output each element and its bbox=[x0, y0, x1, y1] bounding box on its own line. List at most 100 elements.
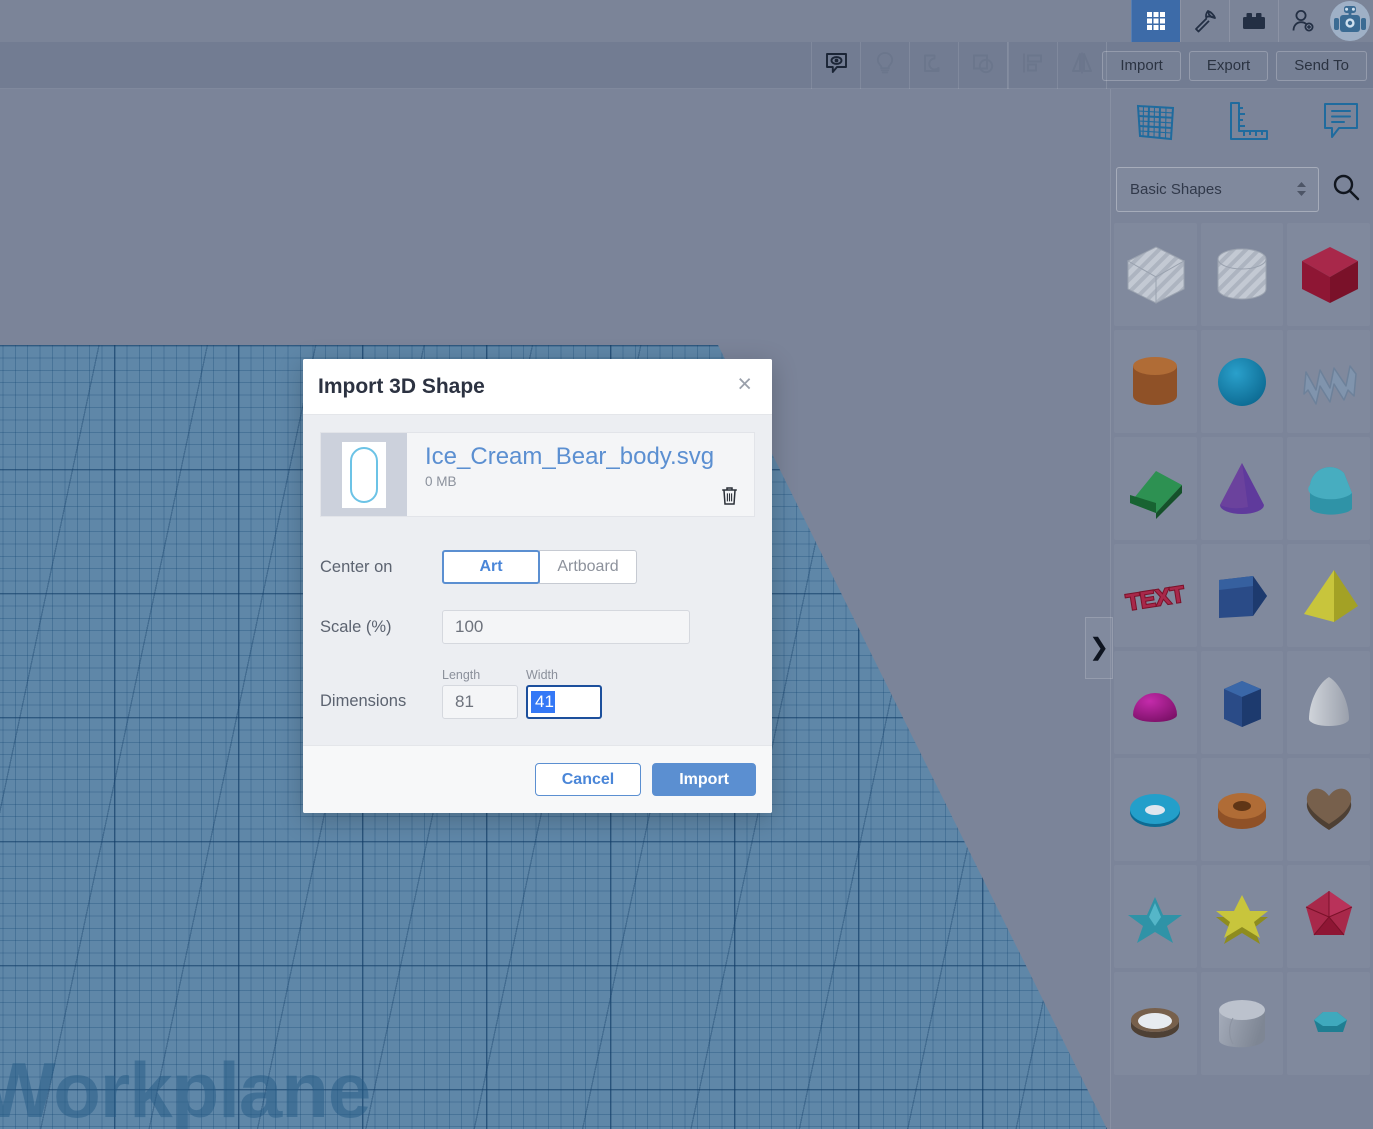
length-field: Length 81 bbox=[442, 668, 518, 719]
tab-codeblocks[interactable] bbox=[1180, 0, 1229, 42]
shape-gem[interactable] bbox=[1287, 972, 1370, 1075]
file-name: Ice_Cream_Bear_body.svg bbox=[425, 443, 715, 470]
shape-hex-prism[interactable] bbox=[1200, 651, 1284, 754]
panel-tab-ruler[interactable] bbox=[1224, 99, 1272, 149]
width-field: Width 41 bbox=[526, 668, 602, 719]
add-person-icon bbox=[1290, 8, 1316, 34]
mirror-icon bbox=[1069, 50, 1095, 81]
rounded-rect-outline-icon bbox=[342, 441, 386, 508]
shape-star-5[interactable] bbox=[1114, 865, 1197, 968]
tab-invite[interactable] bbox=[1278, 0, 1327, 42]
rounded-box-icon bbox=[1203, 988, 1281, 1060]
edit-tools-group bbox=[811, 42, 1107, 89]
shape-polygon-prism[interactable] bbox=[1200, 544, 1284, 647]
pickaxe-icon bbox=[1192, 8, 1218, 34]
scale-label: Scale (%) bbox=[320, 617, 392, 636]
file-thumbnail bbox=[321, 433, 407, 516]
torus-icon bbox=[1116, 774, 1194, 846]
tool-bar: Import Export Send To bbox=[0, 42, 1373, 89]
top-bar bbox=[0, 0, 1373, 42]
shape-cylinder-hole[interactable] bbox=[1200, 223, 1284, 326]
shape-round-roof[interactable] bbox=[1200, 972, 1284, 1075]
tool-visibility[interactable] bbox=[811, 42, 860, 89]
shape-polyhedron[interactable] bbox=[1287, 865, 1370, 968]
center-on-art-option[interactable]: Art bbox=[442, 550, 540, 584]
eye-tooltip-icon bbox=[823, 50, 850, 82]
shape-category-value: Basic Shapes bbox=[1130, 180, 1222, 198]
gem-icon bbox=[1290, 988, 1368, 1060]
shapes-panel: ❯ Basic Shapes TEXT bbox=[1085, 89, 1373, 1129]
center-on-row: Center on Art Artboard bbox=[320, 550, 755, 584]
modal-body: Ice_Cream_Bear_body.svg 0 MB Center on A… bbox=[303, 415, 772, 719]
tool-group[interactable] bbox=[909, 42, 958, 89]
roof-icon bbox=[1290, 453, 1368, 525]
ruler-icon bbox=[1225, 101, 1271, 148]
tab-blocks[interactable] bbox=[1229, 0, 1278, 42]
shape-cone[interactable] bbox=[1200, 437, 1284, 540]
shape-box[interactable] bbox=[1287, 223, 1370, 326]
notes-callout-icon bbox=[1320, 101, 1362, 148]
panel-collapse-handle[interactable]: ❯ bbox=[1085, 617, 1113, 679]
close-icon[interactable]: × bbox=[735, 372, 754, 401]
tool-ungroup[interactable] bbox=[958, 42, 1007, 89]
shape-cylinder[interactable] bbox=[1114, 330, 1197, 433]
file-item: Ice_Cream_Bear_body.svg 0 MB bbox=[320, 432, 755, 517]
shape-roof[interactable] bbox=[1287, 437, 1370, 540]
text-shape-icon: TEXT bbox=[1116, 560, 1194, 632]
star-thick-icon bbox=[1203, 881, 1281, 953]
dimension-fields: Length 81 Width 41 bbox=[442, 668, 602, 719]
width-input[interactable]: 41 bbox=[526, 685, 602, 719]
import-3d-shape-dialog: Import 3D Shape × Ice_Cream_Bear_body.sv… bbox=[303, 359, 772, 813]
ring-icon bbox=[1116, 988, 1194, 1060]
cone-icon bbox=[1203, 453, 1281, 525]
shape-torus[interactable] bbox=[1114, 758, 1197, 861]
shape-text[interactable]: TEXT bbox=[1114, 544, 1197, 647]
import-button[interactable]: Import bbox=[1102, 50, 1181, 81]
export-button[interactable]: Export bbox=[1188, 50, 1269, 81]
length-input[interactable]: 81 bbox=[442, 685, 518, 719]
shape-sphere[interactable] bbox=[1200, 330, 1284, 433]
panel-search-row: Basic Shapes bbox=[1111, 159, 1373, 219]
tab-design[interactable] bbox=[1131, 0, 1180, 42]
avatar[interactable] bbox=[1327, 0, 1373, 42]
shape-scribble[interactable] bbox=[1287, 330, 1370, 433]
shape-wedge[interactable] bbox=[1114, 437, 1197, 540]
polyhedron-icon bbox=[1290, 881, 1368, 953]
length-label: Length bbox=[442, 668, 481, 682]
shape-pyramid[interactable] bbox=[1287, 544, 1370, 647]
file-meta: Ice_Cream_Bear_body.svg 0 MB bbox=[407, 433, 754, 516]
modal-footer: Cancel Import bbox=[303, 745, 772, 813]
trash-icon[interactable] bbox=[718, 483, 740, 507]
shape-star-thick[interactable] bbox=[1200, 865, 1284, 968]
panel-tab-workplane[interactable] bbox=[1131, 99, 1179, 149]
lightbulb-icon bbox=[872, 50, 898, 81]
send-to-button[interactable]: Send To bbox=[1276, 50, 1367, 81]
tool-align[interactable] bbox=[1008, 42, 1057, 89]
shape-half-sphere[interactable] bbox=[1114, 651, 1197, 754]
shape-tube[interactable] bbox=[1200, 758, 1284, 861]
tool-note[interactable] bbox=[860, 42, 909, 89]
dimensions-row: Dimensions Length 81 Width 41 bbox=[320, 668, 755, 719]
align-icon bbox=[1020, 50, 1046, 81]
star-icon bbox=[1116, 881, 1194, 953]
center-on-artboard-option[interactable]: Artboard bbox=[539, 550, 637, 584]
cancel-button[interactable]: Cancel bbox=[534, 763, 642, 796]
scale-input[interactable]: 100 bbox=[442, 610, 690, 644]
pyramid-icon bbox=[1290, 560, 1368, 632]
import-confirm-button[interactable]: Import bbox=[652, 763, 756, 796]
robot-avatar-icon bbox=[1330, 1, 1370, 41]
shape-paraboloid[interactable] bbox=[1287, 651, 1370, 754]
shape-heart[interactable] bbox=[1287, 758, 1370, 861]
scribble-icon bbox=[1290, 346, 1368, 418]
hex-prism-icon bbox=[1203, 667, 1281, 739]
workplane-grid-icon bbox=[1133, 101, 1177, 148]
center-on-segmented-control: Art Artboard bbox=[442, 550, 637, 584]
search-button[interactable] bbox=[1319, 167, 1373, 212]
shape-box-hole[interactable] bbox=[1114, 223, 1197, 326]
sphere-icon bbox=[1203, 346, 1281, 418]
shape-ring[interactable] bbox=[1114, 972, 1197, 1075]
shape-category-select[interactable]: Basic Shapes bbox=[1116, 166, 1320, 212]
dimensions-label: Dimensions bbox=[320, 692, 407, 710]
file-size: 0 MB bbox=[425, 473, 457, 489]
panel-tab-notes[interactable] bbox=[1317, 99, 1365, 149]
